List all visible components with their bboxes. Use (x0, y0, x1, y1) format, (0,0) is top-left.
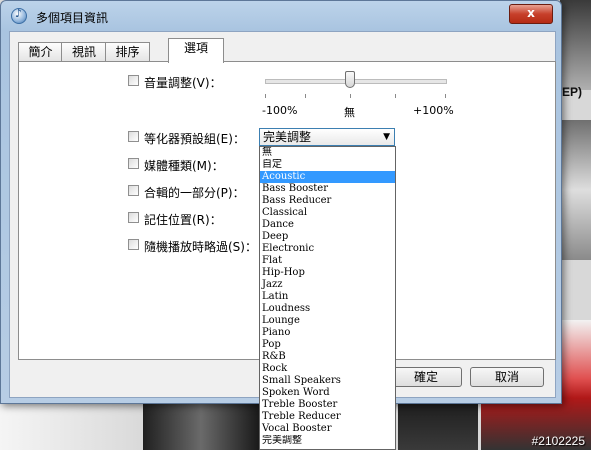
eq-preset-dropdown-list: 無自定 Acoustic Bass Booster Bass Reducer Class… (259, 146, 396, 450)
slider-tick (445, 94, 446, 98)
eq-option[interactable]: R&B (260, 351, 395, 363)
title-bar[interactable]: 多個項目資訊 x (1, 1, 561, 31)
close-icon: x (527, 6, 535, 20)
eq-option[interactable]: Vocal Booster (260, 423, 395, 435)
tab-video[interactable]: 視訊 (61, 42, 107, 62)
window-title: 多個項目資訊 (36, 11, 109, 25)
eq-option[interactable]: Classical (260, 207, 395, 219)
volume-checkbox[interactable] (128, 75, 139, 86)
tab-sorting[interactable]: 排序 (105, 42, 150, 62)
skip-shuffle-checkbox[interactable] (128, 239, 139, 250)
eq-option[interactable]: Treble Reducer (260, 411, 395, 423)
eq-option[interactable]: Hip-Hop (260, 267, 395, 279)
volume-slider-thumb[interactable] (345, 71, 355, 88)
eq-option[interactable]: Piano (260, 327, 395, 339)
eq-option[interactable]: Loudness (260, 303, 395, 315)
album-art (560, 0, 591, 90)
eq-option[interactable]: Pop (260, 339, 395, 351)
media-kind-label: 媒體種類(M)： (144, 159, 224, 173)
album-art (560, 120, 591, 260)
eq-option[interactable]: Bass Booster (260, 183, 395, 195)
eq-option[interactable]: Lounge (260, 315, 395, 327)
ok-button[interactable]: 確定 (390, 367, 462, 387)
volume-label: 音量調整(V)： (144, 76, 222, 90)
eq-option[interactable]: Jazz (260, 279, 395, 291)
eq-option[interactable]: Latin (260, 291, 395, 303)
eq-preset-select[interactable]: 完美調整 ▼ (259, 128, 395, 146)
eq-option[interactable]: Dance (260, 219, 395, 231)
compilation-checkbox[interactable] (128, 185, 139, 196)
slider-max-label: +100% (413, 104, 454, 117)
eq-option[interactable]: Treble Booster (260, 399, 395, 411)
slider-tick (265, 94, 266, 98)
eq-option[interactable]: Acoustic (260, 171, 395, 183)
eq-option[interactable]: 自定 (260, 159, 395, 171)
volume-slider-track[interactable] (265, 79, 447, 84)
eq-option[interactable]: Flat (260, 255, 395, 267)
eq-option[interactable]: Small Speakers (260, 375, 395, 387)
remember-position-checkbox[interactable] (128, 212, 139, 223)
skip-shuffle-label: 隨機播放時略過(S)： (144, 240, 257, 254)
slider-min-label: -100% (262, 104, 298, 117)
remember-position-label: 記住位置(R)： (144, 213, 222, 227)
app-icon (11, 7, 27, 24)
eq-option[interactable]: 無 (260, 147, 395, 159)
slider-tick (395, 94, 396, 98)
media-kind-checkbox[interactable] (128, 158, 139, 169)
eq-option[interactable]: 完美調整 (260, 435, 395, 447)
slider-tick (305, 94, 306, 98)
eq-preset-label: 等化器預設組(E)： (144, 132, 245, 146)
compilation-label: 合輯的一部分(P)： (144, 186, 245, 200)
album-art (143, 402, 259, 450)
tab-summary[interactable]: 簡介 (18, 42, 63, 62)
slider-tick (350, 94, 351, 98)
slider-mid-label: 無 (344, 106, 355, 119)
eq-preset-checkbox[interactable] (128, 131, 139, 142)
eq-option[interactable]: Electronic (260, 243, 395, 255)
cancel-button[interactable]: 取消 (470, 367, 544, 387)
tab-options[interactable]: 選項 (168, 38, 224, 63)
album-art (0, 402, 150, 450)
eq-option[interactable]: Deep (260, 231, 395, 243)
background-album-text: EP) (562, 85, 583, 99)
watermark: #2102225 (531, 434, 585, 448)
eq-preset-value: 完美調整 (263, 130, 312, 144)
close-button[interactable]: x (509, 4, 553, 24)
eq-option[interactable]: Rock (260, 363, 395, 375)
eq-option[interactable]: Spoken Word (260, 387, 395, 399)
dropdown-arrow-icon: ▼ (383, 132, 390, 142)
eq-option[interactable]: Bass Reducer (260, 195, 395, 207)
